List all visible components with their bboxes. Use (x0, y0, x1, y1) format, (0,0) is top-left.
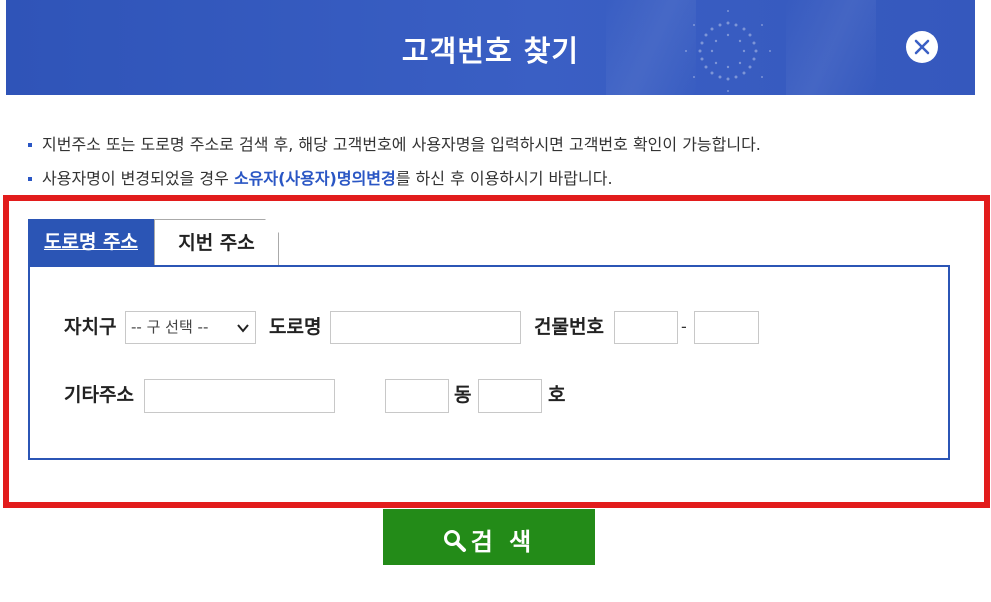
tab-lot-address-label: 지번 주소 (178, 232, 255, 254)
close-button[interactable] (906, 31, 938, 63)
search-button-content: 검 색 (383, 522, 595, 557)
district-select-value: -- 구 선택 -- (131, 318, 209, 336)
notice-item: 지번주소 또는 도로명 주소로 검색 후, 해당 고객번호에 사용자명을 입력하… (26, 134, 761, 168)
close-icon (914, 39, 930, 55)
address-form-panel (28, 265, 950, 460)
notice-text-before: 사용자명이 변경되었을 경우 (42, 169, 234, 188)
search-button-label: 검 색 (470, 528, 536, 556)
road-name-label: 도로명 (269, 316, 322, 338)
building-number-dash: - (681, 317, 687, 336)
dong-input[interactable] (385, 379, 449, 413)
district-select[interactable]: -- 구 선택 -- (125, 311, 256, 344)
road-name-input[interactable] (330, 311, 521, 344)
etc-address-input[interactable] (144, 379, 335, 413)
search-icon (443, 530, 466, 552)
tab-road-address[interactable]: 도로명 주소 (28, 219, 154, 266)
tab-lot-address[interactable]: 지번 주소 (154, 219, 279, 266)
building-main-number-input[interactable] (614, 311, 678, 344)
ho-input[interactable] (478, 379, 542, 413)
ownership-change-link[interactable]: 소유자(사용자)명의변경 (234, 169, 396, 188)
ho-label: 호 (548, 384, 566, 406)
bullet-icon (28, 177, 32, 181)
tab-corner-decoration (265, 219, 279, 233)
building-number-label: 건물번호 (534, 316, 604, 338)
bullet-icon (28, 143, 32, 147)
notice-text-after: 를 하신 후 이용하시기 바랍니다. (395, 169, 613, 188)
chevron-down-icon (237, 324, 249, 333)
building-sub-number-input[interactable] (694, 311, 759, 344)
dialog-header: 고객번호 찾기 (6, 0, 975, 95)
search-button[interactable]: 검 색 (383, 509, 595, 565)
district-label: 자치구 (64, 316, 117, 338)
dialog-title: 고객번호 찾기 (401, 34, 580, 68)
dong-label: 동 (454, 384, 472, 406)
notice-text: 지번주소 또는 도로명 주소로 검색 후, 해당 고객번호에 사용자명을 입력하… (42, 135, 761, 154)
notice-list: 지번주소 또는 도로명 주소로 검색 후, 해당 고객번호에 사용자명을 입력하… (26, 134, 761, 202)
etc-address-label: 기타주소 (64, 384, 134, 406)
